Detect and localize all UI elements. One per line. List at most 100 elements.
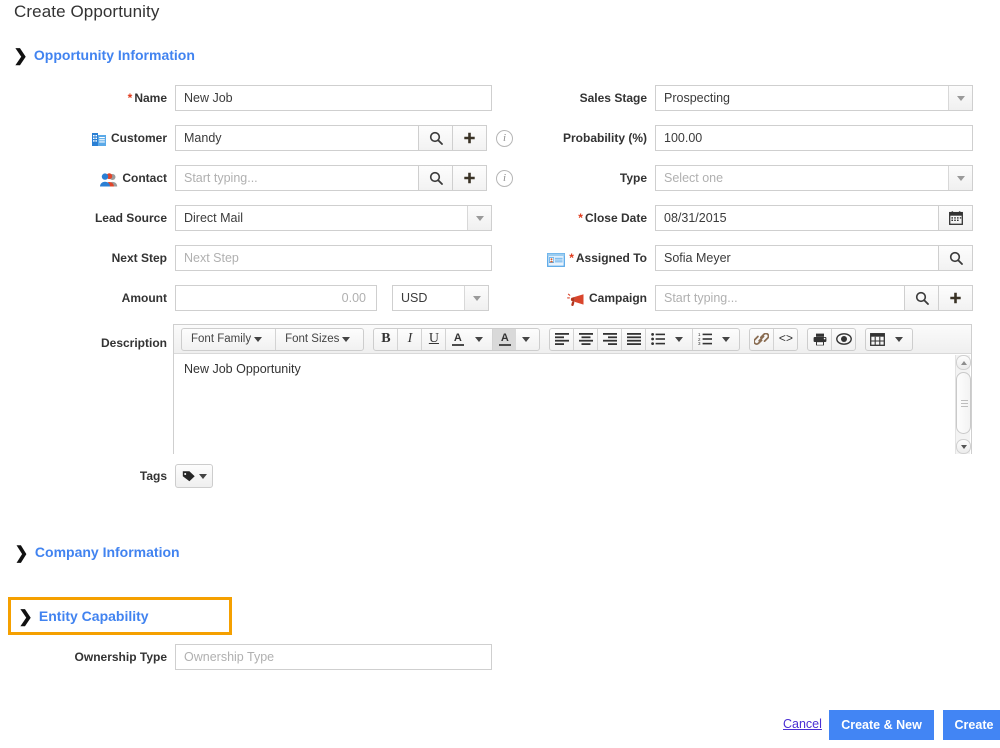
- create-button[interactable]: Create: [943, 710, 1000, 740]
- id-card-icon: [547, 250, 566, 267]
- name-input[interactable]: [175, 85, 492, 111]
- label-lead-source: Lead Source: [94, 211, 167, 225]
- grip-lines-icon: [961, 400, 968, 401]
- campaign-input[interactable]: [655, 285, 905, 311]
- toolbar-group-align: 123: [549, 327, 741, 351]
- label-assigned-to: * Assigned To: [480, 245, 655, 271]
- tags-button[interactable]: [175, 464, 213, 488]
- probability-input[interactable]: [655, 125, 973, 151]
- assigned-to-search-button[interactable]: [939, 245, 973, 271]
- label-description: Description: [100, 336, 167, 350]
- toolbar-group-fonts: Font Family Font Sizes: [181, 327, 365, 351]
- editor-scrollbar[interactable]: [955, 355, 971, 454]
- chevron-down-icon: [956, 95, 965, 101]
- required-marker: *: [578, 211, 583, 225]
- chevron-down-icon: ❯: [13, 45, 28, 65]
- chevron-down-icon: [894, 336, 903, 342]
- cancel-link[interactable]: Cancel: [783, 717, 822, 731]
- next-step-input[interactable]: [175, 245, 492, 271]
- toolbar-group-tools: [807, 327, 857, 351]
- scroll-down-button[interactable]: [956, 439, 971, 454]
- label-tags: Tags: [139, 469, 167, 483]
- align-left-icon[interactable]: [550, 329, 573, 350]
- font-family-dropdown[interactable]: Font Family: [182, 329, 275, 350]
- section-header-company-information[interactable]: ❯ Company Information: [15, 544, 180, 561]
- table-dropdown[interactable]: [889, 329, 912, 350]
- background-color-button[interactable]: A: [493, 328, 517, 350]
- underline-button[interactable]: U: [422, 329, 445, 350]
- align-center-icon[interactable]: [574, 329, 597, 350]
- toolbar-group-table: [865, 327, 914, 351]
- bullet-list-icon[interactable]: [646, 329, 669, 350]
- label-customer: Customer: [0, 125, 175, 151]
- campaign-add-button[interactable]: [939, 285, 973, 311]
- amount-input[interactable]: [175, 285, 377, 311]
- table-icon[interactable]: [866, 329, 889, 350]
- chevron-down-icon: ❯: [18, 606, 33, 626]
- contact-search-button[interactable]: [419, 165, 453, 191]
- scrollbar-thumb[interactable]: [956, 372, 971, 434]
- color-swatch: [451, 343, 464, 346]
- background-color-dropdown[interactable]: [516, 329, 539, 350]
- align-justify-icon[interactable]: [622, 329, 645, 350]
- label-next-step: Next Step: [111, 251, 167, 265]
- italic-button[interactable]: I: [398, 329, 421, 350]
- ownership-type-input[interactable]: [175, 644, 492, 670]
- assigned-to-input[interactable]: [655, 245, 939, 271]
- field-row-amount: Amount USD: [0, 285, 500, 311]
- source-code-icon[interactable]: <>: [774, 329, 797, 350]
- bullet-list-dropdown[interactable]: [669, 329, 692, 350]
- numbered-list-icon[interactable]: 123: [693, 329, 716, 350]
- type-dropdown-arrow[interactable]: [948, 166, 972, 190]
- text-color-button[interactable]: A: [446, 329, 469, 350]
- campaign-search-button[interactable]: [905, 285, 939, 311]
- preview-icon[interactable]: [832, 329, 855, 350]
- label-close-date: * Close Date: [578, 211, 647, 225]
- create-and-new-button[interactable]: Create & New: [829, 710, 934, 740]
- field-row-tags: Tags: [0, 463, 520, 489]
- scroll-up-button[interactable]: [956, 355, 971, 370]
- sales-stage-select[interactable]: Prospecting: [655, 85, 973, 111]
- label-sales-stage: Sales Stage: [579, 91, 647, 105]
- customer-search-button[interactable]: [419, 125, 453, 151]
- customer-input[interactable]: [175, 125, 419, 151]
- label-name: * Name: [127, 91, 167, 105]
- field-row-probability: Probability (%): [480, 125, 1000, 151]
- label-probability: Probability (%): [562, 131, 647, 145]
- label-type: Type: [619, 171, 647, 185]
- field-row-sales-stage: Sales Stage Prospecting: [480, 85, 1000, 111]
- font-sizes-dropdown[interactable]: Font Sizes: [276, 329, 363, 350]
- description-editor: Font Family Font Sizes B I U A A 1 2 3 <…: [173, 324, 972, 454]
- contact-input[interactable]: [175, 165, 419, 191]
- sales-stage-dropdown-arrow[interactable]: [948, 86, 972, 110]
- close-date-calendar-button[interactable]: [939, 205, 973, 231]
- lead-source-select[interactable]: Direct Mail: [175, 205, 492, 231]
- numbered-list-dropdown[interactable]: [716, 329, 739, 350]
- chevron-down-icon: [675, 336, 684, 342]
- currency-select[interactable]: USD: [392, 285, 489, 311]
- link-icon[interactable]: [750, 329, 773, 350]
- field-row-lead-source: Lead Source Direct Mail: [0, 205, 500, 231]
- align-right-icon[interactable]: [598, 329, 621, 350]
- required-marker: *: [569, 251, 574, 265]
- close-date-input[interactable]: [655, 205, 939, 231]
- section-label-company-information: Company Information: [34, 544, 180, 560]
- chevron-up-icon: [960, 360, 967, 365]
- text-color-dropdown[interactable]: [469, 329, 492, 350]
- toolbar-group-format: B I U A A: [373, 327, 541, 351]
- page-title: Create Opportunity: [14, 2, 160, 21]
- bold-button[interactable]: B: [374, 329, 397, 350]
- type-select[interactable]: Select one: [655, 165, 973, 191]
- field-row-campaign: Campaign: [480, 285, 1000, 311]
- section-header-entity-capability[interactable]: ❯ Entity Capability: [8, 597, 232, 635]
- currency-value: USD: [401, 291, 428, 305]
- section-header-opportunity-information[interactable]: ❯ Opportunity Information: [13, 45, 195, 65]
- print-icon[interactable]: [808, 329, 831, 350]
- lead-source-value: Direct Mail: [184, 211, 244, 225]
- description-textarea[interactable]: New Job Opportunity: [174, 354, 971, 454]
- chevron-down-icon: [475, 336, 484, 342]
- required-marker: *: [127, 91, 133, 105]
- building-icon: [89, 130, 107, 146]
- description-text: New Job Opportunity: [184, 362, 301, 376]
- section-label-opportunity-information: Opportunity Information: [33, 47, 195, 63]
